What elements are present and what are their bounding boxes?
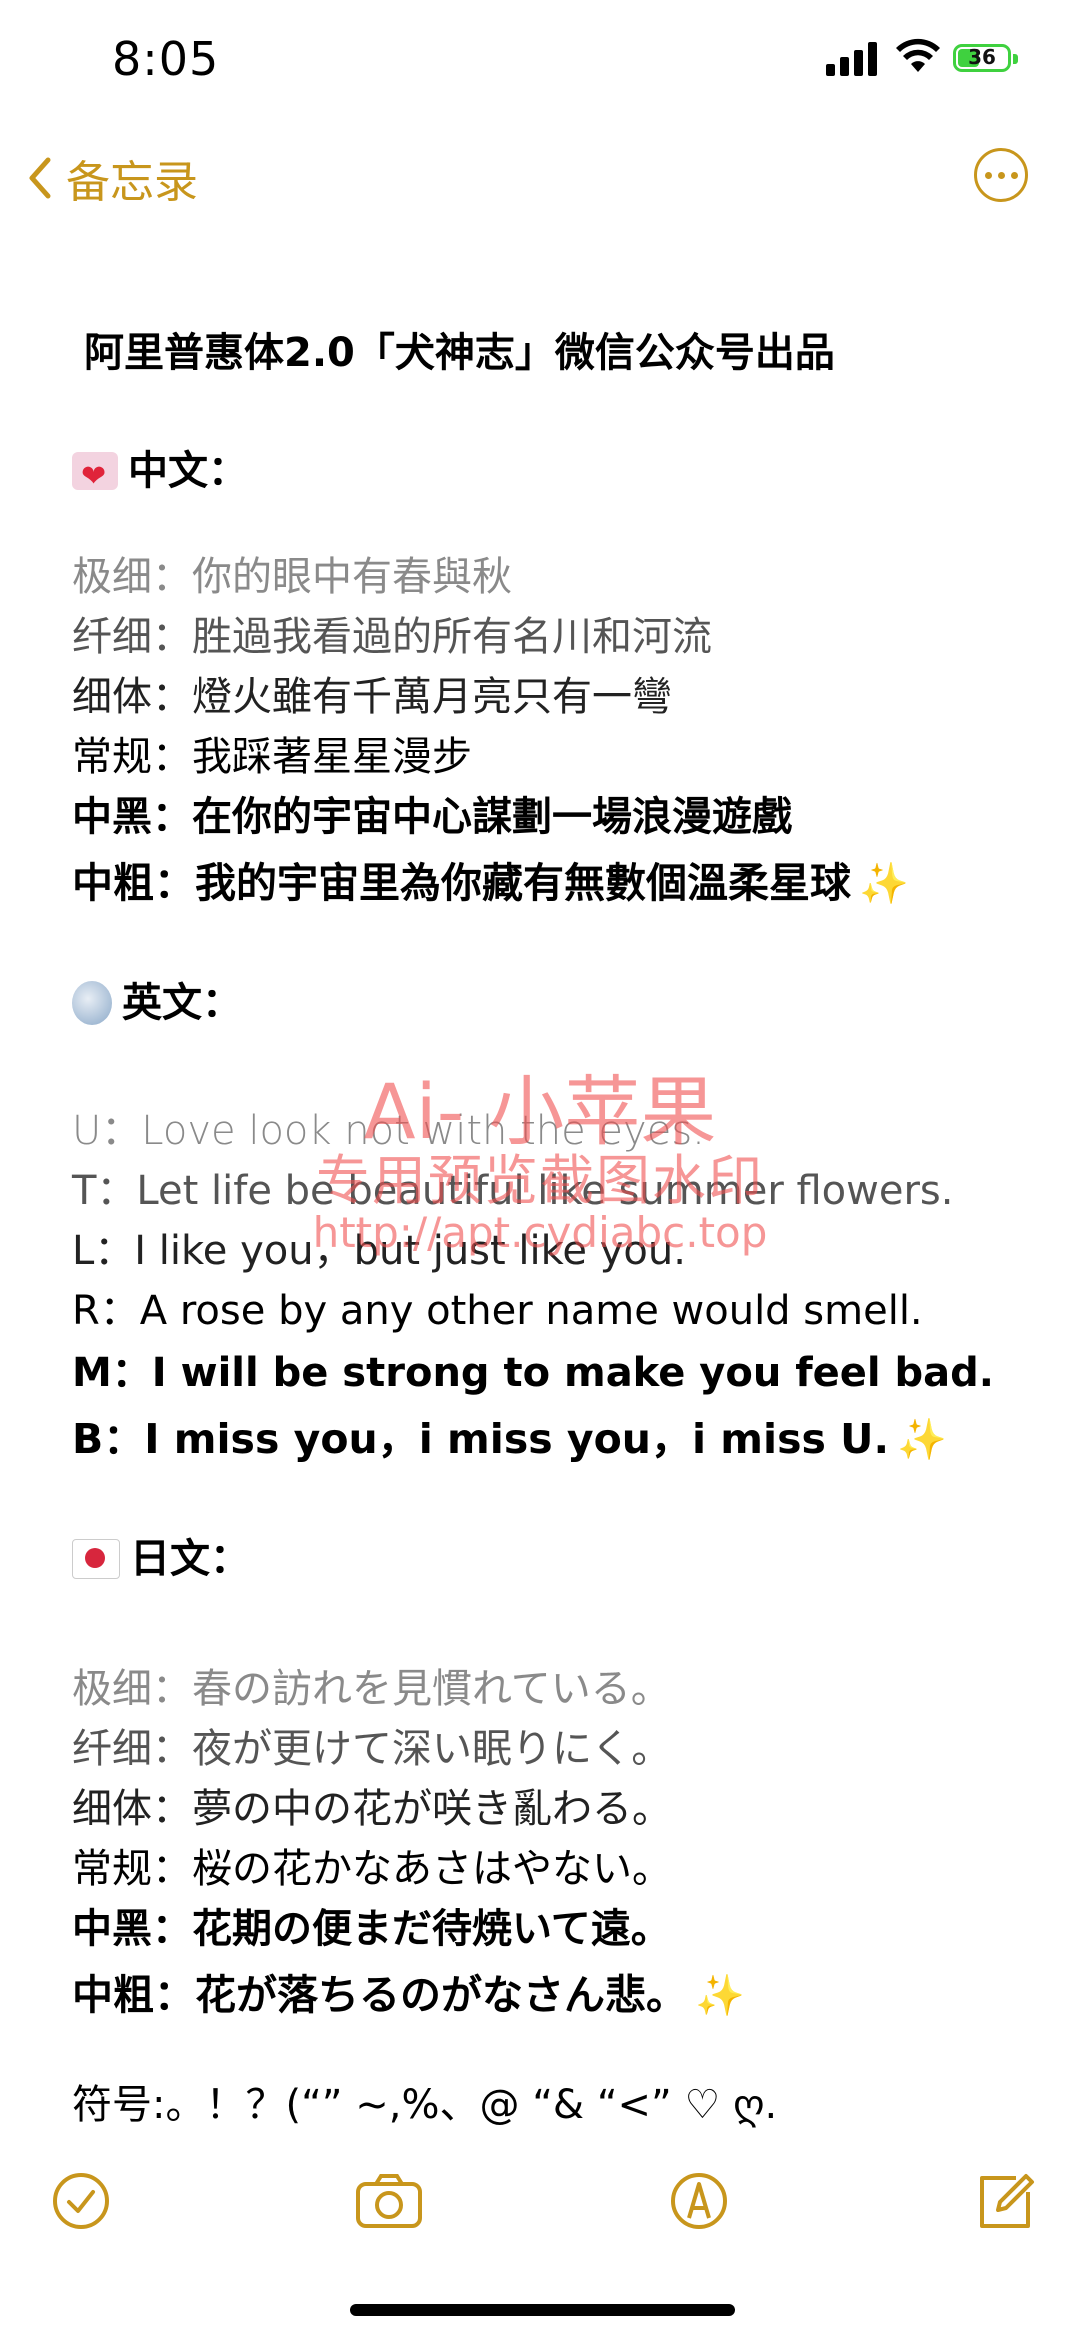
checklist-button[interactable] (50, 2170, 112, 2232)
chinese-line-2: 纤细：胜過我看過的所有名川和河流 (72, 614, 712, 660)
japan-flag-emoji-icon (72, 1539, 120, 1579)
chinese-line-1: 极细：你的眼中有春與秋 (72, 554, 512, 600)
wifi-icon (896, 38, 940, 72)
chinese-line-3: 细体：燈火雖有千萬月亮只有一彎 (72, 674, 672, 720)
more-options-button[interactable] (974, 148, 1028, 202)
chinese-line-5: 中黑：在你的宇宙中心謀劃一場浪漫遊戲 (72, 794, 792, 840)
english-line-4: R：A rose by any other name would smell. (72, 1288, 923, 1334)
section-header-english: 英文： (72, 978, 242, 1028)
english-line-5: M：I will be strong to make you feel bad. (72, 1350, 994, 1396)
back-label: 备忘录 (66, 157, 198, 208)
chevron-left-icon (29, 157, 51, 199)
markup-button[interactable] (668, 2170, 730, 2232)
japanese-line-4: 常规：桜の花かなあさはやない。 (72, 1846, 672, 1892)
watermark-subtitle: 专用预览截图水印 (316, 1149, 764, 1212)
chinese-line-4: 常规：我踩著星星漫步 (72, 734, 472, 780)
japanese-line-5: 中黑：花期の便まだ待焼いて遠。 (72, 1906, 671, 1952)
ellipsis-circle-icon (984, 171, 992, 179)
back-button[interactable]: 备忘录 (28, 146, 198, 210)
japanese-line-2: 纤细：夜が更けて深い眠りにく。 (72, 1726, 672, 1772)
sparkles-icon: ✨ (859, 861, 909, 907)
battery-icon: 36 (953, 44, 1011, 72)
sparkles-icon: ✨ (897, 1417, 947, 1463)
english-line-6: B：I miss you，i miss you，i miss U. ✨ (72, 1415, 947, 1463)
cellular-signal-icon (826, 42, 880, 76)
battery-level: 36 (968, 45, 996, 69)
battery-cap (1013, 54, 1018, 64)
watermark-url: http://apt.cydiabc.top (312, 1208, 768, 1257)
status-time: 8:05 (112, 32, 220, 86)
sparkles-icon: ✨ (695, 1973, 745, 2019)
japanese-line-3: 细体：夢の中の花が咲き亂わる。 (72, 1786, 672, 1832)
home-indicator[interactable] (350, 2304, 735, 2316)
camera-button[interactable] (354, 2170, 424, 2232)
heart-emoji-icon (72, 452, 118, 502)
japanese-line-6: 中粗：花が落ちるのがなさん悲。 ✨ (72, 1971, 745, 2019)
note-title: 阿里普惠体2.0「犬神志」微信公众号出品 (84, 330, 835, 376)
globe-emoji-icon (72, 981, 112, 1025)
chinese-line-6: 中粗：我的宇宙里為你藏有無數個溫柔星球 ✨ (72, 859, 909, 907)
section-header-chinese: 中文： (72, 446, 248, 502)
symbols-line: 符号:。！？(“” ~,%、@ “& “<” ♡ ღ. (72, 2082, 778, 2128)
japanese-line-1: 极细：春の訪れを見慣れている。 (72, 1666, 671, 1712)
compose-button[interactable] (974, 2170, 1036, 2232)
section-header-japanese: 日文： (72, 1534, 250, 1584)
